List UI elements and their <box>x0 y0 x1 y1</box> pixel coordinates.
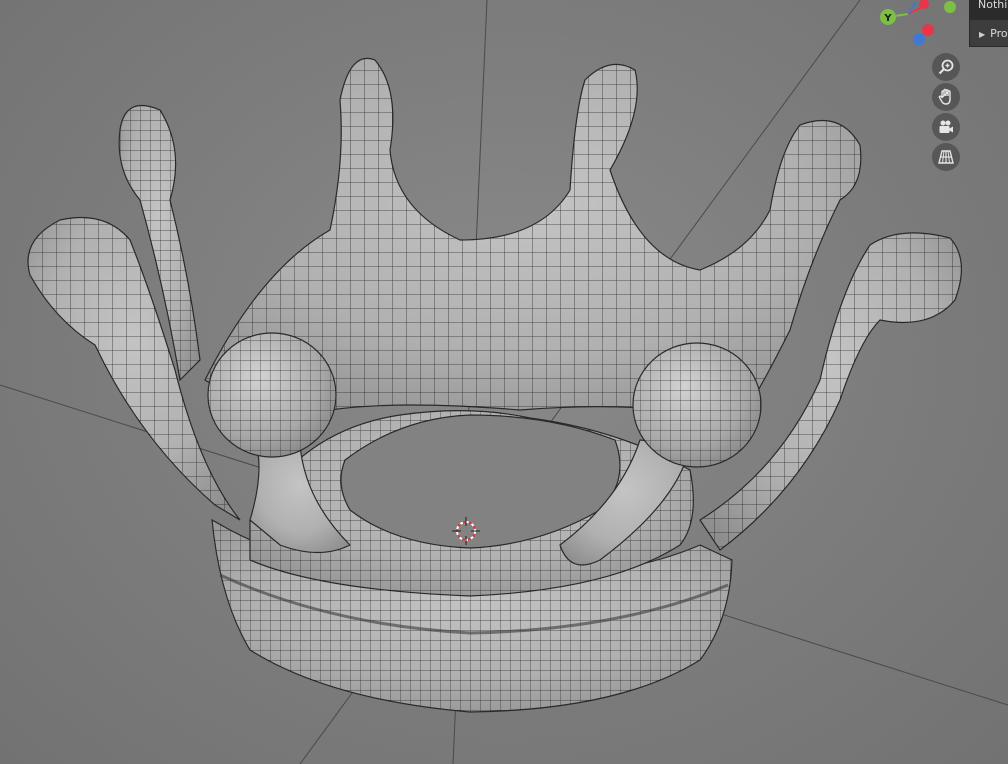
navigation-gizmo[interactable]: Y <box>868 0 968 48</box>
pan-hand-icon <box>938 88 951 105</box>
expand-triangle-icon[interactable]: ▶ <box>979 30 985 39</box>
zoom-icon <box>938 59 954 75</box>
sidebar-header-text: Nothin <box>970 0 1008 20</box>
crown-body <box>27 57 963 597</box>
perspective-toggle-button[interactable] <box>932 143 960 171</box>
sidebar-properties-row[interactable]: ▶ Pro <box>970 24 1008 44</box>
pan-button[interactable] <box>932 83 960 111</box>
sidebar-panel: Nothin ▶ Pro <box>969 0 1008 47</box>
gizmo-neg-x-icon <box>922 24 934 36</box>
zoom-button[interactable] <box>932 53 960 81</box>
gizmo-neg-y-icon <box>944 1 956 13</box>
camera-button[interactable] <box>932 113 960 141</box>
viewport-scene[interactable] <box>0 0 1008 764</box>
sidebar-row-label: Pro <box>990 27 1008 40</box>
svg-text:Y: Y <box>883 13 892 24</box>
grid-perspective-icon <box>938 150 954 164</box>
3d-viewport[interactable]: Y Nothi ▶ Pro <box>0 0 1008 764</box>
camera-icon <box>939 120 953 133</box>
gizmo-neg-z-icon <box>913 33 925 45</box>
